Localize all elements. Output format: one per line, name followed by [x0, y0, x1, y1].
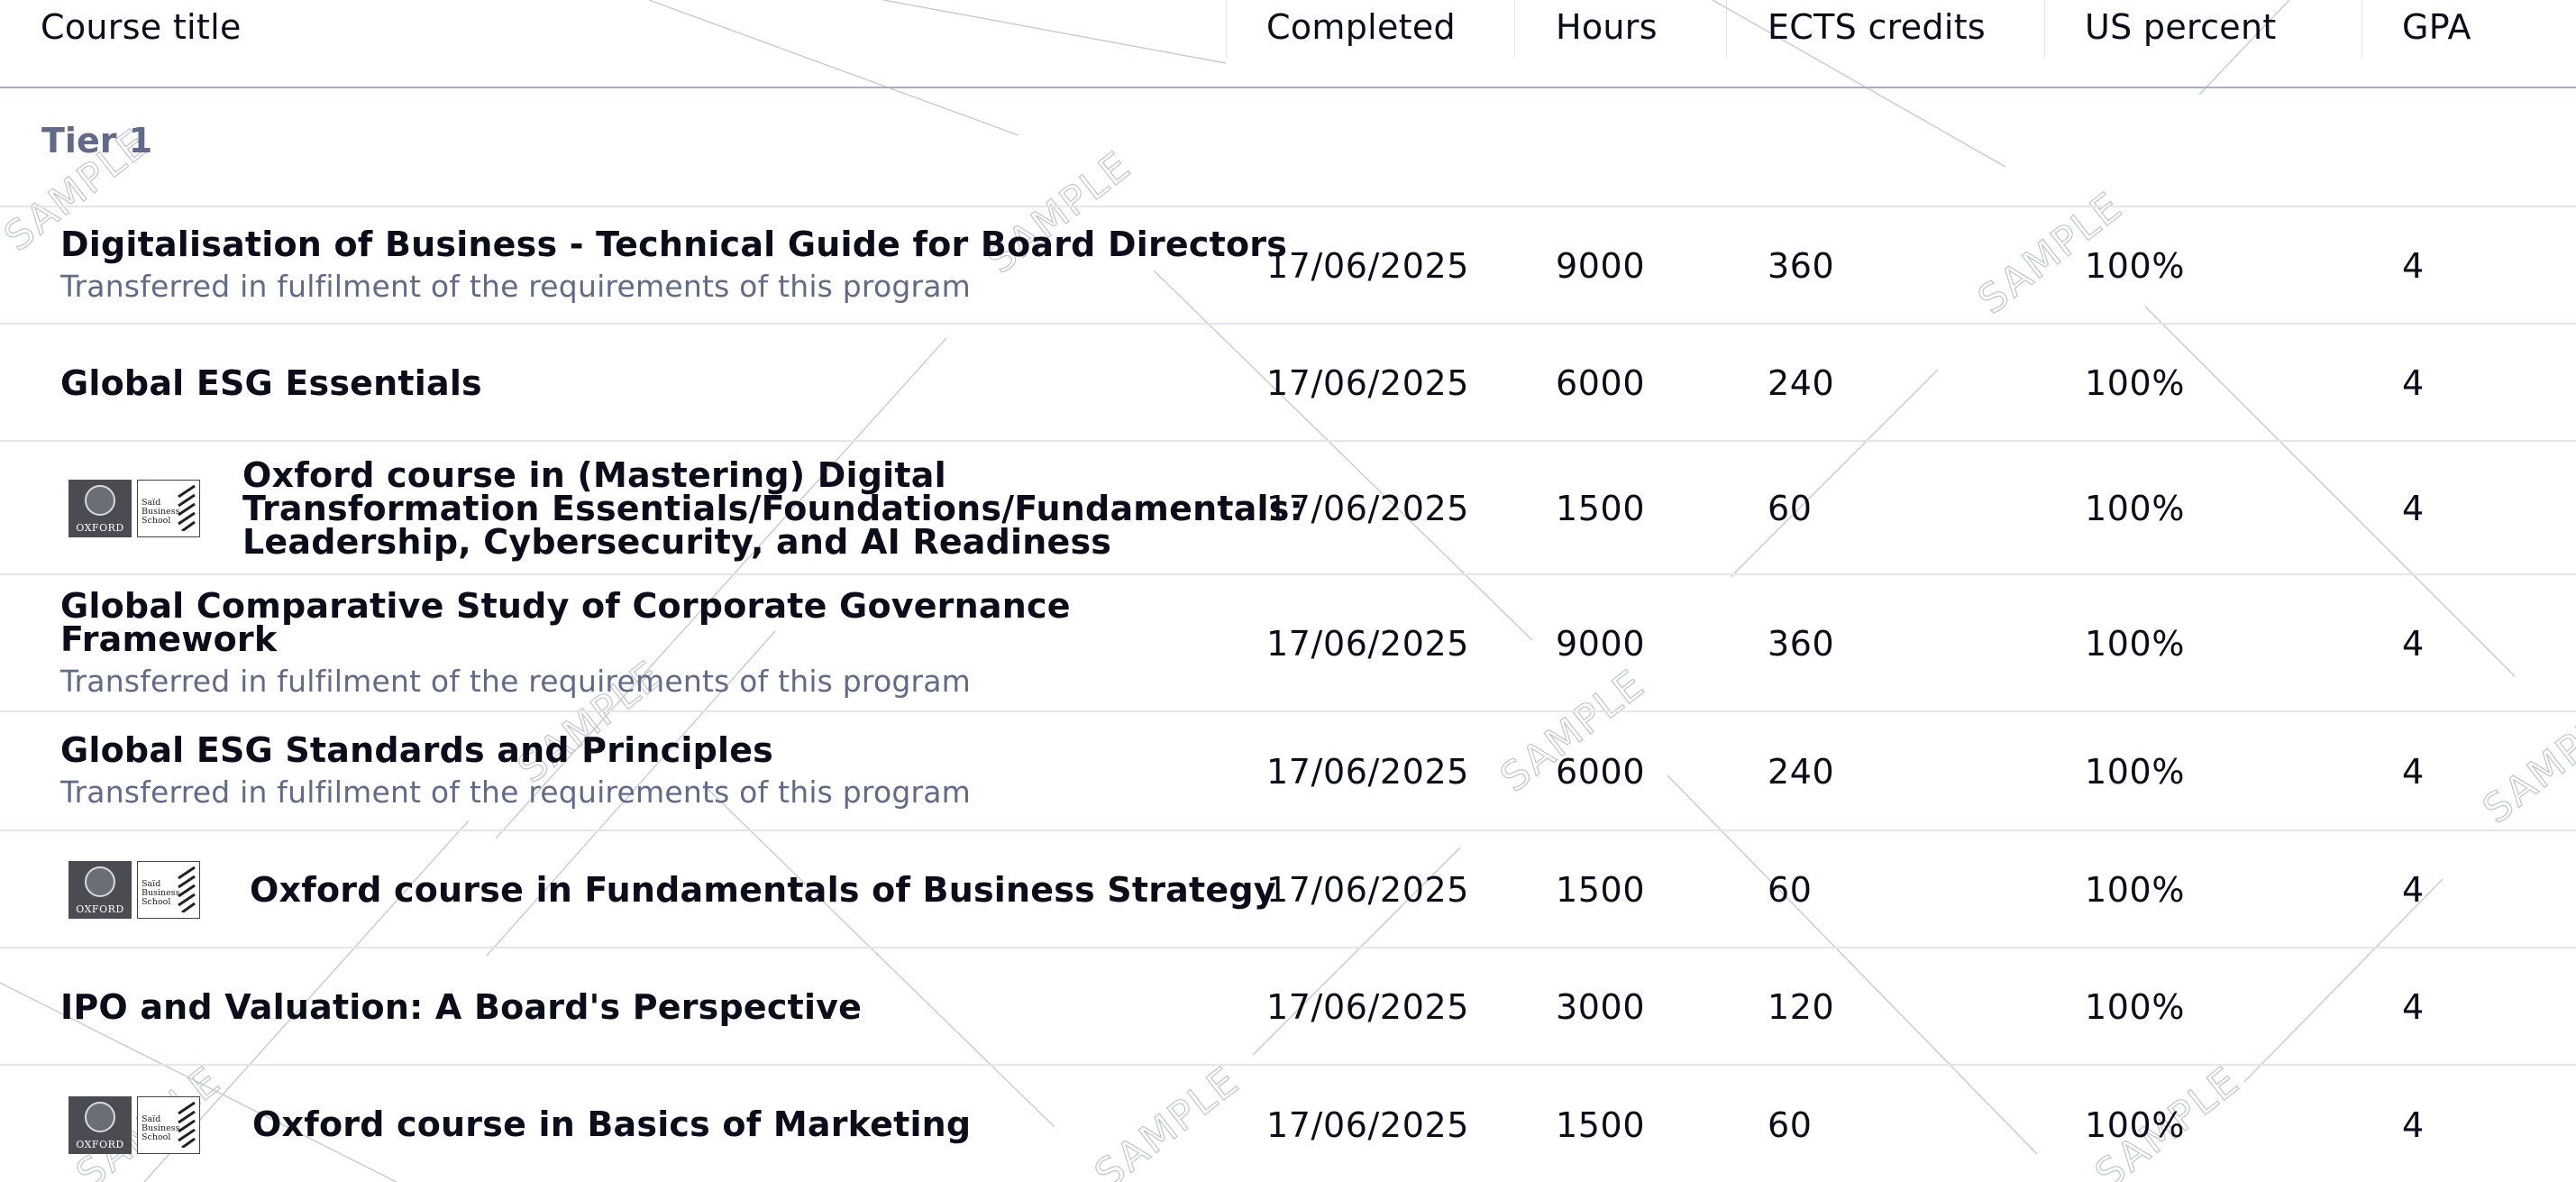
header-completed: Completed — [1266, 7, 1456, 47]
gpa-value: 4 — [2402, 870, 2425, 910]
transcript-page: SAMPLE SAMPLE SAMPLE SAMPLE SAMPLE SAMPL… — [0, 0, 2576, 1182]
course-title-line: Transformation Essentials/Foundations/Fu… — [242, 488, 1303, 528]
hours-value: 3000 — [1556, 987, 1646, 1027]
us-percent-value: 100% — [2085, 752, 2186, 792]
ects-value: 360 — [1768, 246, 1835, 286]
gpa-value: 4 — [2402, 987, 2425, 1027]
gpa-value: 4 — [2402, 363, 2425, 403]
completed-date: 17/06/2025 — [1266, 987, 1470, 1027]
table-row: Global ESG Essentials 17/06/2025 6000 24… — [0, 323, 2576, 442]
course-transfer-note: Transferred in fulfilment of the require… — [60, 774, 972, 810]
table-row: Digitalisation of Business - Technical G… — [0, 206, 2576, 325]
header-divider — [1226, 0, 1227, 58]
us-percent-value: 100% — [2085, 489, 2186, 528]
table-row: IPO and Valuation: A Board's Perspective… — [0, 947, 2576, 1066]
said-business-school-logo: Saïd Business School — [137, 861, 200, 919]
completed-date: 17/06/2025 — [1266, 624, 1470, 664]
oxford-university-logo: OXFORD — [69, 861, 132, 919]
completed-date: 17/06/2025 — [1266, 246, 1470, 286]
course-transfer-note: Transferred in fulfilment of the require… — [60, 663, 972, 699]
ects-value: 60 — [1768, 1104, 1813, 1145]
completed-date: 17/06/2025 — [1266, 489, 1470, 528]
ects-value: 240 — [1768, 363, 1835, 403]
gpa-value: 4 — [2402, 752, 2425, 792]
table-row: Global ESG Standards and Principles Tran… — [0, 710, 2576, 831]
header-course-title: Course title — [41, 7, 242, 47]
course-title: Global ESG Essentials — [60, 362, 482, 403]
hours-value: 9000 — [1556, 624, 1646, 664]
ects-value: 360 — [1768, 624, 1835, 664]
us-percent-value: 100% — [2085, 987, 2186, 1027]
header-divider — [2044, 0, 2045, 58]
said-business-school-logo: Saïd Business School — [137, 1095, 200, 1154]
us-percent-value: 100% — [2085, 246, 2186, 286]
completed-date: 17/06/2025 — [1266, 1104, 1470, 1145]
hours-value: 6000 — [1556, 752, 1646, 792]
oxford-said-logo: OXFORD Saïd Business School — [69, 861, 200, 919]
course-title-line: Framework — [60, 618, 278, 659]
ects-value: 120 — [1768, 987, 1835, 1027]
ects-value: 240 — [1768, 752, 1835, 792]
course-title: IPO and Valuation: A Board's Perspective — [60, 986, 863, 1027]
oxford-said-logo: OXFORD Saïd Business School — [69, 1095, 200, 1154]
course-title-line: Global Comparative Study of Corporate Go… — [60, 585, 1071, 626]
course-title: Digitalisation of Business - Technical G… — [60, 224, 1288, 264]
course-title-line: Oxford course in (Mastering) Digital — [242, 454, 946, 495]
gpa-value: 4 — [2402, 624, 2425, 664]
course-title-line: Leadership, Cybersecurity, and AI Readin… — [242, 521, 1112, 562]
table-row: OXFORD Saïd Business School Oxford course … — [0, 1064, 2576, 1182]
hours-value: 1500 — [1556, 489, 1646, 528]
us-percent-value: 100% — [2085, 870, 2186, 910]
header-hours: Hours — [1556, 7, 1658, 47]
ects-value: 60 — [1768, 489, 1813, 528]
table-row: OXFORD Saïd Business School Oxford course … — [0, 440, 2576, 575]
completed-date: 17/06/2025 — [1266, 752, 1470, 792]
hours-value: 1500 — [1556, 870, 1646, 910]
section-label-tier: Tier 1 — [41, 121, 153, 160]
oxford-said-logo: OXFORD Saïd Business School — [69, 480, 200, 537]
completed-date: 17/06/2025 — [1266, 870, 1470, 910]
course-title: Global ESG Standards and Principles — [60, 730, 773, 770]
ects-value: 60 — [1768, 870, 1813, 910]
table-row: OXFORD Saïd Business School Oxford course … — [0, 829, 2576, 948]
header-us-percent: US percent — [2085, 7, 2277, 47]
us-percent-value: 100% — [2085, 624, 2186, 664]
course-transfer-note: Transferred in fulfilment of the require… — [60, 269, 972, 304]
us-percent-value: 100% — [2085, 363, 2186, 403]
hours-value: 6000 — [1556, 363, 1646, 403]
table-header: Course title Completed Hours ECTS credit… — [0, 0, 2576, 88]
header-ects-credits: ECTS credits — [1768, 7, 1986, 47]
course-title: Oxford course in Fundamentals of Busines… — [250, 869, 1276, 910]
oxford-university-logo: OXFORD — [69, 1095, 132, 1154]
hours-value: 9000 — [1556, 246, 1646, 286]
said-business-school-logo: Saïd Business School — [137, 480, 200, 537]
table-row: Global Comparative Study of Corporate Go… — [0, 573, 2576, 712]
gpa-value: 4 — [2402, 489, 2425, 528]
gpa-value: 4 — [2402, 246, 2425, 286]
header-divider — [2361, 0, 2362, 58]
header-divider — [1514, 0, 1515, 58]
us-percent-value: 100% — [2085, 1104, 2186, 1145]
oxford-university-logo: OXFORD — [69, 480, 132, 537]
header-divider — [1726, 0, 1727, 58]
header-gpa: GPA — [2402, 7, 2471, 47]
course-title: Oxford course in Basics of Marketing — [252, 1104, 972, 1144]
completed-date: 17/06/2025 — [1266, 363, 1470, 403]
hours-value: 1500 — [1556, 1104, 1646, 1145]
gpa-value: 4 — [2402, 1104, 2425, 1145]
